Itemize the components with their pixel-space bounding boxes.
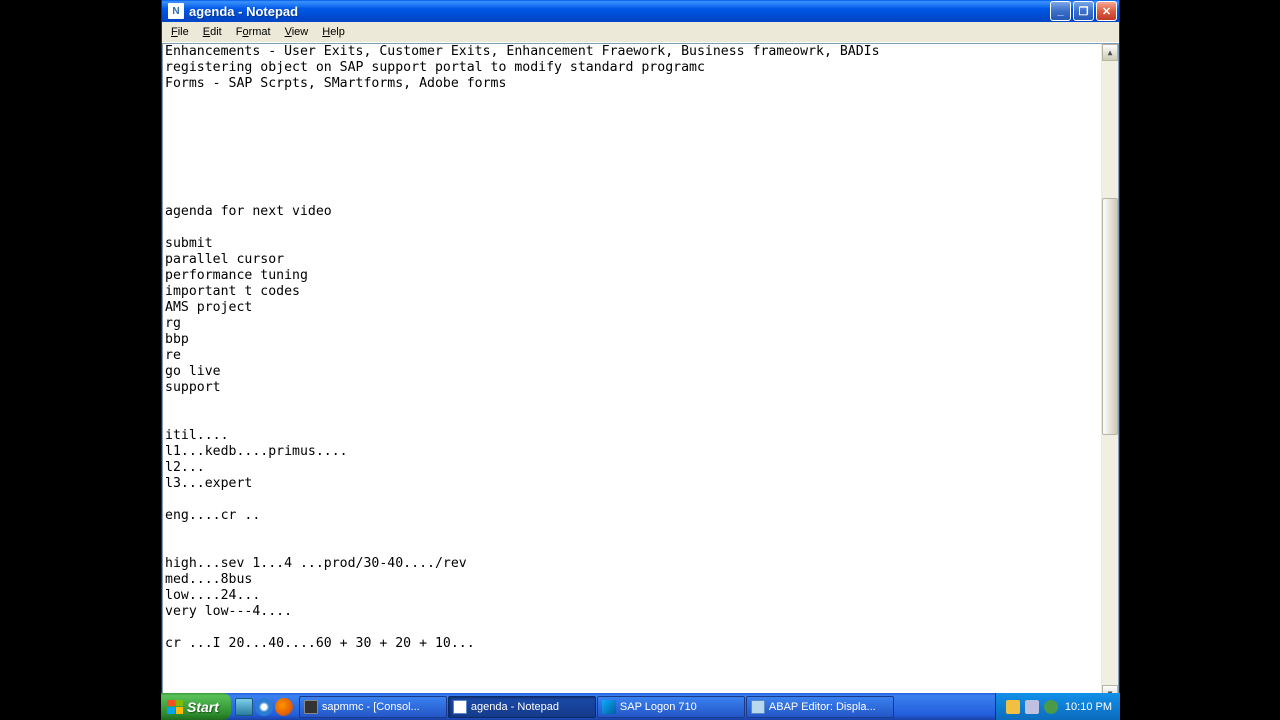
vscroll-track[interactable] (1102, 61, 1118, 685)
notepad-window: N agenda - Notepad _ ❐ ✕ File Edit Forma… (161, 0, 1120, 720)
vscroll-thumb[interactable] (1102, 198, 1118, 435)
notepad-icon: N (168, 3, 184, 19)
abap-icon (751, 700, 765, 714)
ie-icon[interactable] (255, 698, 273, 716)
show-desktop-icon[interactable] (235, 698, 253, 716)
menu-help[interactable]: Help (315, 24, 352, 40)
notepad-task-icon (453, 700, 467, 714)
tray-icon-3[interactable] (1044, 700, 1058, 714)
clock[interactable]: 10:10 PM (1065, 701, 1112, 713)
minimize-button[interactable]: _ (1050, 1, 1071, 21)
sap-icon (602, 700, 616, 714)
console-icon (304, 700, 318, 714)
taskbar: Start sapmmc - [Consol... agenda - Notep… (161, 693, 1120, 720)
tray-icon-2[interactable] (1025, 700, 1039, 714)
quick-launch (231, 693, 297, 720)
editor-container: Enhancements - User Exits, Customer Exit… (162, 43, 1119, 720)
menu-view[interactable]: View (278, 24, 316, 40)
tray-icon-1[interactable] (1006, 700, 1020, 714)
task-sap-logon[interactable]: SAP Logon 710 (597, 696, 745, 718)
scroll-up-button[interactable]: ▲ (1102, 44, 1118, 61)
task-sapmmc[interactable]: sapmmc - [Consol... (299, 696, 447, 718)
menubar: File Edit Format View Help (162, 22, 1119, 43)
task-label: ABAP Editor: Displa... (769, 701, 876, 713)
task-label: sapmmc - [Consol... (322, 701, 420, 713)
close-button[interactable]: ✕ (1096, 1, 1117, 21)
menu-format[interactable]: Format (229, 24, 278, 40)
window-controls: _ ❐ ✕ (1050, 1, 1117, 21)
task-abap-editor[interactable]: ABAP Editor: Displa... (746, 696, 894, 718)
windows-logo-icon (167, 700, 183, 714)
task-label: SAP Logon 710 (620, 701, 697, 713)
window-title: agenda - Notepad (189, 4, 1050, 19)
start-label: Start (187, 699, 219, 715)
system-tray: 10:10 PM (995, 693, 1120, 720)
vertical-scrollbar[interactable]: ▲ ▼ (1101, 44, 1118, 702)
titlebar[interactable]: N agenda - Notepad _ ❐ ✕ (162, 0, 1119, 22)
menu-file[interactable]: File (164, 24, 196, 40)
task-notepad[interactable]: agenda - Notepad (448, 696, 596, 718)
firefox-icon[interactable] (275, 698, 293, 716)
task-label: agenda - Notepad (471, 701, 559, 713)
menu-edit[interactable]: Edit (196, 24, 229, 40)
text-editor[interactable]: Enhancements - User Exits, Customer Exit… (163, 44, 1118, 719)
task-buttons: sapmmc - [Consol... agenda - Notepad SAP… (297, 693, 995, 720)
maximize-button[interactable]: ❐ (1073, 1, 1094, 21)
start-button[interactable]: Start (161, 693, 231, 720)
